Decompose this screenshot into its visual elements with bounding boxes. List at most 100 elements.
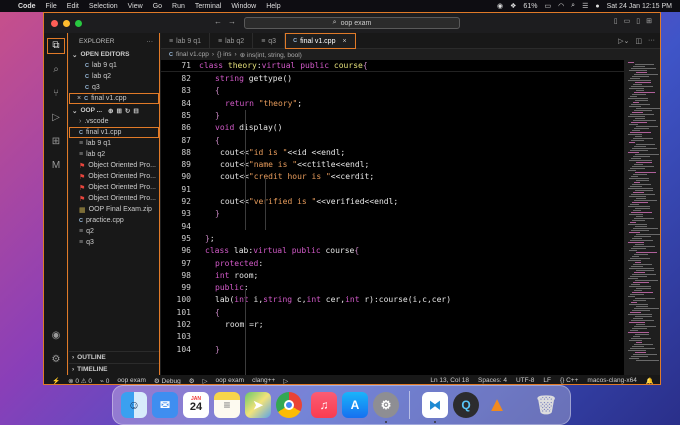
minimize-window-button[interactable] [63, 19, 70, 27]
finder-icon[interactable]: ☺ [121, 392, 147, 418]
close-icon[interactable]: × [77, 95, 81, 102]
new-file-icon[interactable]: ⊕ [108, 107, 113, 115]
app-store-icon[interactable]: A [342, 392, 368, 418]
notifications-bell-icon[interactable]: 🔔 [646, 377, 654, 385]
record-icon[interactable]: ◉ [497, 2, 503, 10]
breadcrumb-file[interactable]: final v1.cpp [176, 51, 209, 58]
tab-q3[interactable]: ≡ q3 [253, 33, 286, 49]
wifi-icon[interactable]: ◠ [558, 2, 564, 10]
toggle-panel-icon[interactable]: ▭ [624, 17, 631, 25]
language-mode[interactable]: {} C++ [560, 377, 578, 385]
search-icon[interactable]: ⌕ [571, 2, 575, 10]
zoom-window-button[interactable] [75, 19, 82, 27]
build-gear-icon[interactable]: ⚙ [189, 377, 195, 385]
timeline-header[interactable]: › TIMELINE [69, 363, 159, 374]
tab-lab-9-q1[interactable]: ≡ lab 9 q1 [161, 33, 211, 49]
line-endings[interactable]: LF [543, 377, 551, 385]
new-folder-icon[interactable]: ⊞ [116, 107, 121, 115]
refresh-icon[interactable]: ↻ [125, 107, 130, 115]
system-settings-icon[interactable]: ⚙ [373, 392, 399, 418]
menu-go[interactable]: Go [153, 3, 162, 10]
search-icon[interactable]: ⌕ [48, 63, 64, 77]
dropbox-icon[interactable]: ❖ [510, 2, 516, 10]
indentation[interactable]: Spaces: 4 [478, 377, 507, 385]
toggle-sidebar-icon[interactable]: ▯ [614, 17, 618, 25]
problems-indicator[interactable]: ⊗ 0 ⚠ 0 [68, 377, 92, 385]
remote-indicator[interactable]: ⚡ [52, 377, 60, 385]
file-tree-item[interactable]: › .vscode [69, 116, 159, 127]
cmake-project[interactable]: oop exam [117, 377, 146, 384]
music-icon[interactable]: ♫ [311, 392, 337, 418]
menu-terminal[interactable]: Terminal [195, 3, 221, 10]
ports-indicator[interactable]: ⌁ 0 [100, 377, 109, 385]
platform-config[interactable]: macos-clang-x64 [587, 377, 637, 385]
vlc-icon[interactable]: ▲ [484, 392, 510, 418]
file-tree-item[interactable]: Cpractice.cpp [69, 215, 159, 226]
open-editors-header[interactable]: ⌄ OPEN EDITORS [69, 49, 159, 60]
minimap[interactable] [624, 60, 660, 375]
cursor-position[interactable]: Ln 13, Col 18 [430, 377, 469, 385]
siri-icon[interactable]: ● [595, 3, 599, 10]
tab-lab-q2[interactable]: ≡ lab q2 [210, 33, 254, 49]
menu-help[interactable]: Help [266, 3, 280, 10]
more-actions-icon[interactable]: ··· [648, 37, 655, 44]
notes-icon[interactable]: ≡ [214, 392, 240, 418]
build-variant[interactable]: ⚙ Debug [154, 377, 181, 385]
menu-selection[interactable]: Selection [89, 3, 118, 10]
chrome-icon[interactable] [276, 392, 302, 418]
close-window-button[interactable] [51, 19, 58, 27]
menu-edit[interactable]: Edit [67, 3, 79, 10]
sticky-scroll[interactable]: 71 class theory:virtual public course{ [161, 60, 624, 72]
breadcrumb-namespace[interactable]: {} ins [217, 51, 231, 58]
file-tree-item[interactable]: ⚑ Object Oriented Pro... [69, 160, 159, 171]
explorer-icon[interactable]: ⧉ [47, 38, 65, 54]
menu-run[interactable]: Run [172, 3, 185, 10]
manage-gear-icon[interactable]: ⚙ [48, 353, 64, 367]
run-icon[interactable]: ▷ [203, 377, 208, 385]
battery-icon[interactable]: ▭ [544, 2, 551, 10]
account-icon[interactable]: ◉ [48, 329, 64, 343]
menubar-clock[interactable]: Sat 24 Jan 12:15 PM [607, 3, 672, 10]
back-arrow-icon[interactable]: ← [214, 17, 228, 26]
calendar-icon[interactable]: JAN 24 [183, 392, 209, 418]
open-editor-item[interactable]: Cq3 [69, 82, 159, 93]
menu-window[interactable]: Window [231, 3, 256, 10]
collapse-icon[interactable]: ⊟ [133, 107, 138, 115]
file-tree-item[interactable]: ⚑ Object Oriented Pro... [69, 171, 159, 182]
command-center-search[interactable]: ⌕ oop exam [244, 17, 460, 29]
open-editor-item[interactable]: × Cfinal v1.cpp [69, 93, 159, 104]
explorer-more-icon[interactable]: ··· [147, 38, 154, 45]
compiler-selector[interactable]: clang++ [252, 377, 275, 384]
file-tree-item[interactable]: Cfinal v1.cpp [69, 127, 159, 138]
file-tree-item[interactable]: ≡ lab 9 q1 [69, 138, 159, 149]
folder-header[interactable]: ⌄ OOP ... ⊕ ⊞ ↻ ⊟ [69, 105, 159, 116]
launch-icon[interactable]: ▷ [283, 377, 288, 385]
remote-icon[interactable]: M [48, 159, 64, 173]
extensions-icon[interactable]: ⊞ [48, 135, 64, 149]
file-tree-item[interactable]: ≡ lab q2 [69, 149, 159, 160]
toggle-secondary-sidebar-icon[interactable]: ▯ [636, 17, 640, 25]
file-tree-item[interactable]: ▦ OOP Final Exam.zip [69, 204, 159, 215]
run-code-icon[interactable]: ▷⌄ [618, 37, 629, 45]
split-editor-icon[interactable]: ◫ [635, 37, 642, 45]
open-editor-item[interactable]: Clab q2 [69, 71, 159, 82]
file-tree-item[interactable]: ⚑ Object Oriented Pro... [69, 182, 159, 193]
encoding[interactable]: UTF-8 [516, 377, 534, 385]
customize-layout-icon[interactable]: ⊞ [646, 17, 652, 25]
control-center-icon[interactable]: ☰ [582, 2, 588, 10]
menu-view[interactable]: View [128, 3, 143, 10]
maps-icon[interactable]: ➤ [245, 392, 271, 418]
trash-icon[interactable]: 🗑 [533, 392, 559, 418]
open-editor-item[interactable]: Clab 9 q1 [69, 60, 159, 71]
code-editor[interactable]: 71 class theory:virtual public course{ 8… [161, 60, 624, 375]
menu-code[interactable]: Code [18, 3, 36, 10]
run-debug-icon[interactable]: ▷ [48, 111, 64, 125]
outline-header[interactable]: › OUTLINE [69, 351, 159, 362]
tab-final-v1-cpp[interactable]: Cfinal v1.cpp × [285, 33, 356, 49]
file-tree-item[interactable]: ≡ q3 [69, 237, 159, 248]
workspace-folder[interactable]: oop exam [216, 377, 245, 384]
file-tree-item[interactable]: ⚑ Object Oriented Pro... [69, 193, 159, 204]
file-tree-item[interactable]: ≡ q2 [69, 226, 159, 237]
source-control-icon[interactable]: ⑂ [48, 87, 64, 101]
mail-icon[interactable]: ✉ [152, 392, 178, 418]
